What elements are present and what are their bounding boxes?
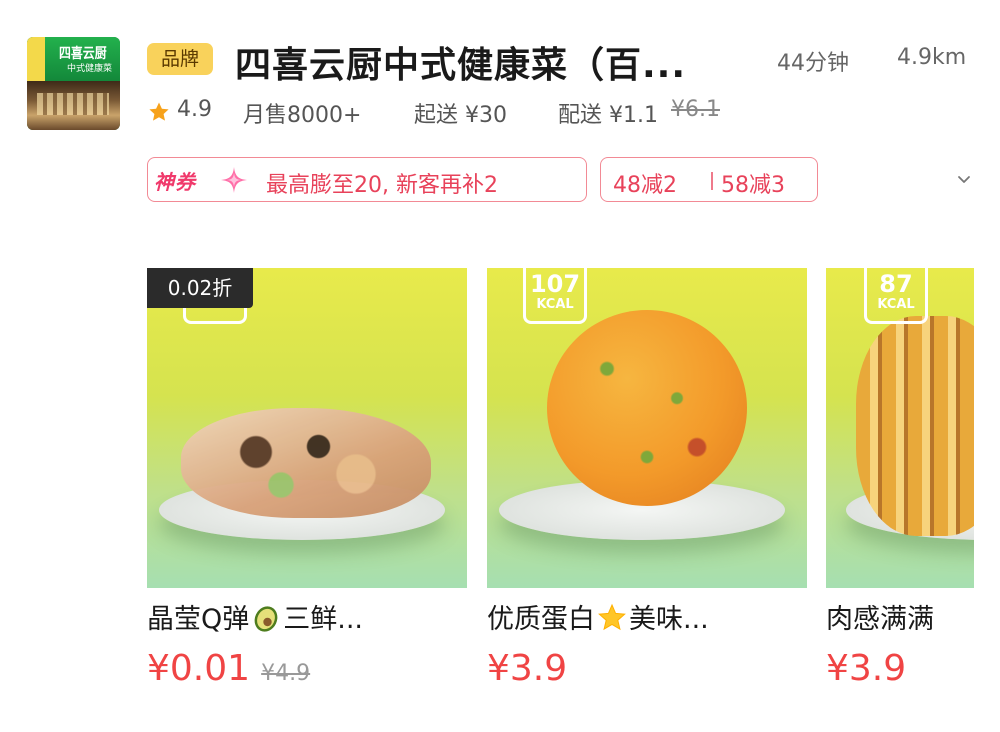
kcal-value: 107 bbox=[529, 270, 581, 298]
discount-divider bbox=[711, 172, 713, 190]
star-icon bbox=[149, 102, 169, 121]
logo-side-stripe bbox=[27, 37, 45, 81]
product-title-text: 美味... bbox=[629, 604, 709, 635]
logo-storefront bbox=[27, 81, 120, 130]
store-rating: 4.9 bbox=[177, 97, 212, 122]
kcal-badge: 87 KCAL bbox=[864, 268, 928, 324]
kcal-unit: KCAL bbox=[536, 297, 574, 312]
coupon-tag: 神券 bbox=[154, 170, 196, 194]
kcal-unit: KCAL bbox=[877, 297, 915, 312]
product-card[interactable]: 107 KCAL 优质蛋白 美味... ¥3.9 bbox=[487, 268, 807, 692]
price-row: ¥3.9 bbox=[487, 648, 807, 692]
product-title-text: 晶莹Q弹 bbox=[147, 604, 250, 635]
product-title: 晶莹Q弹 三鲜... bbox=[147, 600, 467, 640]
product-image[interactable]: 0.02折 bbox=[147, 268, 467, 588]
product-title-text: 优质蛋白 bbox=[487, 604, 595, 635]
logo-text-name: 四喜云厨 bbox=[59, 46, 107, 62]
coupon-banner[interactable]: 神券 最高膨至20, 新客再补2 bbox=[147, 157, 587, 202]
price-row: ¥3.9 bbox=[826, 648, 1000, 692]
kcal-value: 87 bbox=[879, 270, 913, 298]
discount-tier-2: 58减3 bbox=[721, 173, 785, 198]
distance: 4.9km bbox=[897, 45, 967, 70]
original-price: ¥4.9 bbox=[261, 661, 311, 686]
discount-banner[interactable]: 48减2 58减3 bbox=[600, 157, 818, 202]
delivery-fee: 配送 ¥1.1 bbox=[558, 103, 658, 128]
product-title: 优质蛋白 美味... bbox=[487, 600, 807, 640]
store-logo[interactable]: 四喜云厨 中式健康菜 bbox=[27, 37, 120, 130]
discount-tier-1: 48减2 bbox=[613, 173, 677, 198]
kcal-badge: 107 KCAL bbox=[523, 268, 587, 324]
product-image[interactable]: 87 KCAL bbox=[826, 268, 974, 588]
product-title: 肉感满满 bbox=[826, 600, 1000, 640]
product-card[interactable]: 87 KCAL 肉感满满 ¥3.9 bbox=[826, 268, 1000, 692]
star-glow-icon bbox=[598, 603, 626, 631]
discount-badge: 0.02折 bbox=[147, 268, 253, 308]
food-image bbox=[547, 310, 747, 506]
store-name[interactable]: 四喜云厨中式健康菜（百... bbox=[235, 36, 686, 88]
price-row: ¥0.01 ¥4.9 bbox=[147, 648, 467, 692]
original-delivery-fee: ¥6.1 bbox=[671, 97, 720, 122]
product-title-text: 肉感满满 bbox=[826, 604, 934, 635]
product-price: ¥3.9 bbox=[826, 648, 907, 689]
monthly-sales: 月售8000+ bbox=[243, 103, 362, 128]
product-title-text: 三鲜... bbox=[283, 604, 364, 635]
coupon-text: 最高膨至20, 新客再补2 bbox=[266, 173, 498, 198]
product-price: ¥3.9 bbox=[487, 648, 568, 689]
delivery-time: 44分钟 bbox=[777, 51, 849, 76]
chevron-down-icon[interactable] bbox=[955, 170, 973, 188]
avocado-icon bbox=[254, 606, 278, 632]
min-order: 起送 ¥30 bbox=[414, 103, 507, 128]
food-image bbox=[181, 408, 431, 518]
brand-badge: 品牌 bbox=[147, 43, 213, 75]
logo-text-subtitle: 中式健康菜 bbox=[67, 64, 113, 74]
sparkle-icon bbox=[221, 167, 247, 193]
product-image[interactable]: 107 KCAL bbox=[487, 268, 807, 588]
product-price: ¥0.01 bbox=[147, 648, 251, 689]
food-image bbox=[856, 316, 974, 536]
product-card[interactable]: 0.02折 晶莹Q弹 三鲜... ¥0.01 ¥4.9 bbox=[147, 268, 467, 692]
